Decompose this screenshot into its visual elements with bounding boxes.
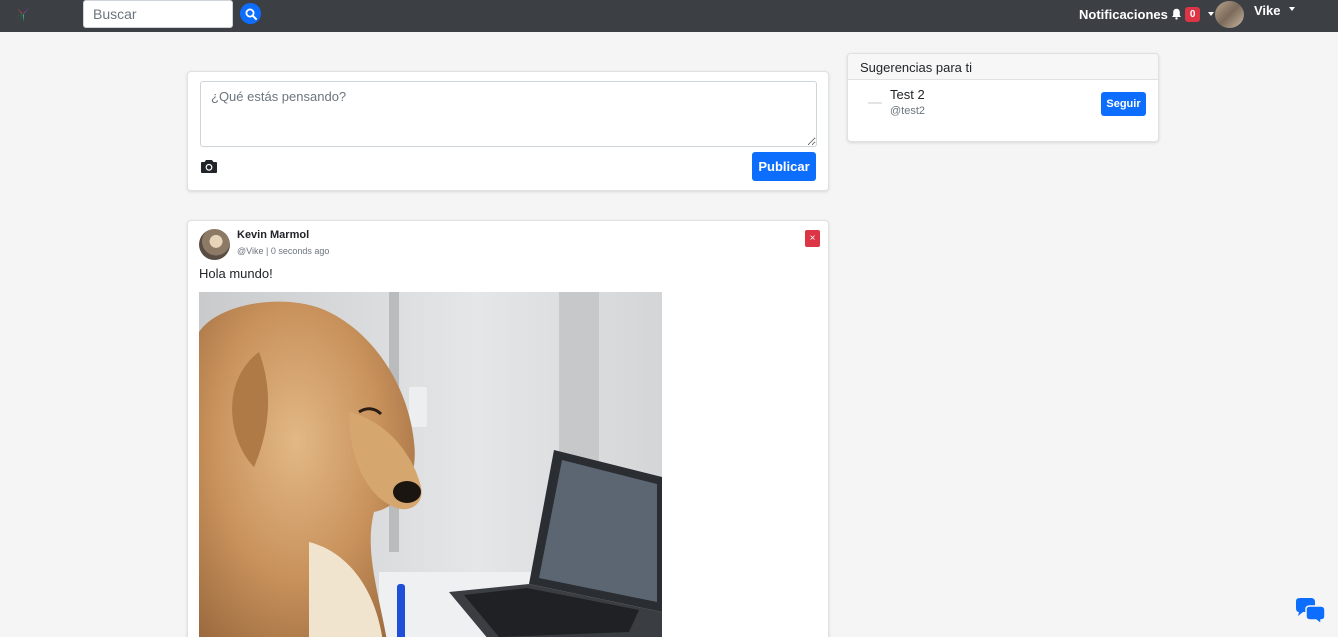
follow-button[interactable]: Seguir xyxy=(1101,92,1146,116)
app-logo-icon[interactable] xyxy=(13,5,33,23)
suggestion-name[interactable]: Test 2 xyxy=(890,87,925,102)
search-icon xyxy=(245,8,257,20)
publish-button[interactable]: Publicar xyxy=(752,152,816,181)
suggestion-handle: @test2 xyxy=(890,105,926,117)
author-avatar[interactable] xyxy=(199,229,230,260)
search-button[interactable] xyxy=(240,3,261,24)
search-input[interactable] xyxy=(83,0,233,28)
post-text: Hola mundo! xyxy=(199,266,273,281)
suggestion-avatar xyxy=(868,102,882,104)
user-menu-dropdown[interactable]: Vike xyxy=(1215,0,1295,28)
chevron-down-icon xyxy=(1208,12,1215,16)
suggestions-title: Sugerencias para ti xyxy=(848,54,1158,80)
post-meta: @Vike | 0 seconds ago xyxy=(237,246,330,256)
camera-icon[interactable] xyxy=(200,158,218,174)
dog-laptop-photo xyxy=(199,292,662,637)
user-avatar xyxy=(1215,0,1244,28)
notifications-label: Notificaciones xyxy=(1079,6,1168,22)
post-card: Kevin Marmol @Vike | 0 seconds ago × Hol… xyxy=(187,220,829,637)
post-author-name[interactable]: Kevin Marmol xyxy=(237,229,309,241)
post-image[interactable] xyxy=(199,292,662,637)
chat-bubbles-icon[interactable] xyxy=(1294,598,1326,624)
bell-icon xyxy=(1171,8,1181,20)
top-navbar: Notificaciones 0 Vike xyxy=(0,0,1338,32)
notifications-dropdown[interactable]: Notificaciones 0 xyxy=(1079,5,1215,23)
post-textarea[interactable] xyxy=(200,81,817,147)
chevron-down-icon xyxy=(1288,7,1295,11)
user-name: Vike xyxy=(1254,2,1281,18)
post-composer-card: Publicar xyxy=(187,71,829,191)
delete-post-button[interactable]: × xyxy=(805,230,820,247)
notifications-count-badge: 0 xyxy=(1184,6,1201,22)
suggestions-card: Sugerencias para ti Test 2 @test2 Seguir xyxy=(847,53,1159,142)
